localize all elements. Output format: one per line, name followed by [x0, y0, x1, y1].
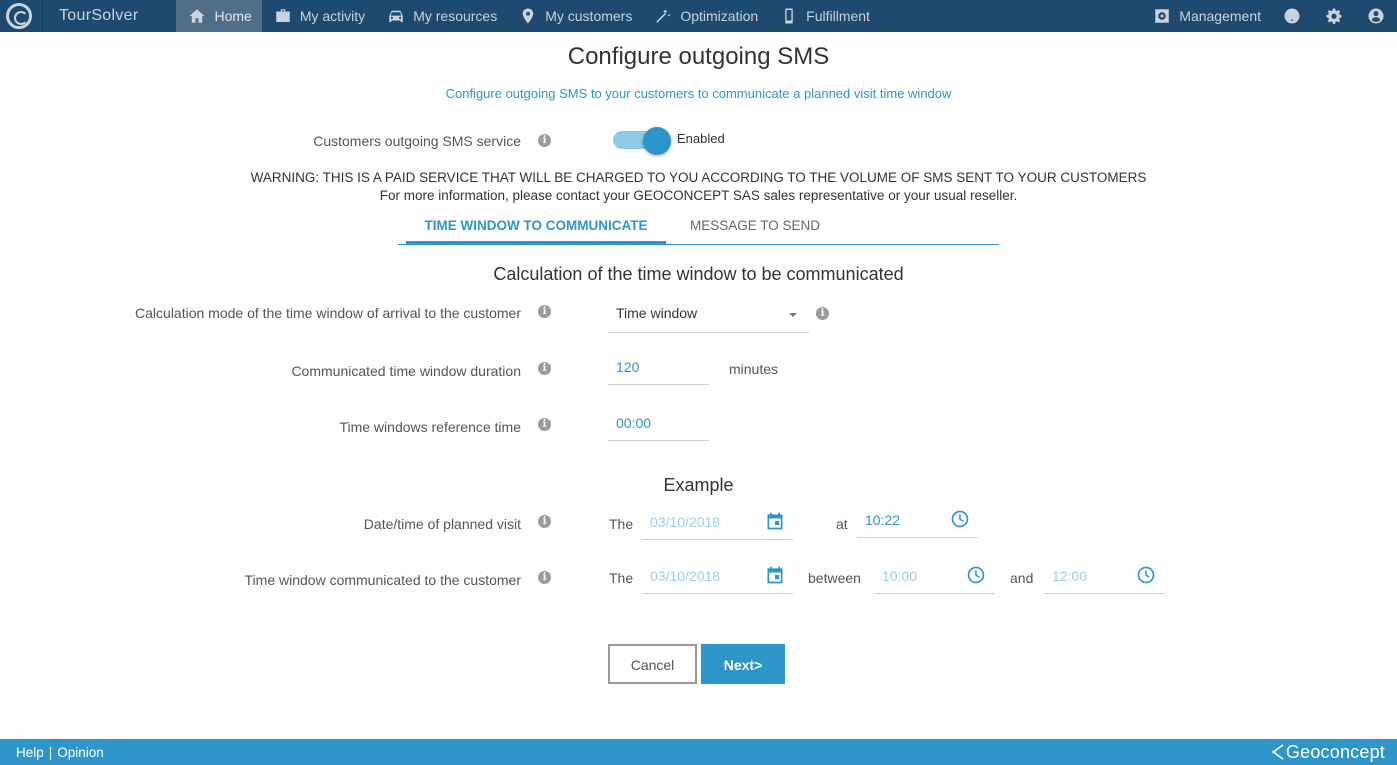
planned-visit-label: Date/time of planned visit — [363, 516, 521, 532]
duration-unit: minutes — [729, 361, 779, 377]
toursolver-logo-icon — [6, 3, 32, 29]
planned-at-word: at — [836, 516, 848, 532]
nav-item-home[interactable]: Home — [176, 0, 262, 32]
warning-line-1: WARNING: THIS IS A PAID SERVICE THAT WIL… — [250, 170, 1147, 185]
duration-info-icon[interactable]: i — [538, 362, 551, 375]
settings-button[interactable] — [1313, 0, 1355, 32]
help-link[interactable]: Help — [16, 745, 44, 760]
sms-service-toggle-label: Enabled — [677, 131, 725, 146]
warning-line-2: For more information, please contact you… — [379, 188, 1018, 203]
sms-service-toggle[interactable] — [613, 127, 673, 155]
app-logo[interactable] — [0, 0, 43, 32]
calendar-icon[interactable] — [765, 565, 785, 585]
briefcase-icon — [276, 9, 290, 22]
clock-icon[interactable] — [966, 565, 986, 585]
duration-label: Communicated time window duration — [291, 363, 521, 379]
communicated-window-info-icon[interactable]: i — [538, 571, 551, 584]
calendar-icon[interactable] — [765, 511, 785, 531]
nav-right-group: Management — [1143, 0, 1397, 32]
nav-item-my-activity-label: My activity — [299, 8, 366, 24]
reference-time-label: Time windows reference time — [339, 419, 521, 435]
reference-time-info-icon[interactable]: i — [538, 418, 551, 431]
magic-wand-icon — [656, 9, 671, 23]
reference-time-input[interactable]: 00:00 — [608, 411, 709, 441]
nav-item-my-resources[interactable]: My resources — [375, 0, 507, 32]
example-section-title: Example — [663, 475, 734, 495]
help-icon — [1284, 8, 1300, 24]
nav-item-optimization-label: Optimization — [680, 8, 759, 24]
clock-icon[interactable] — [1136, 565, 1156, 585]
calculation-mode-label: Calculation mode of the time window of a… — [135, 305, 521, 321]
select-info-icon[interactable]: i — [816, 307, 829, 320]
planned-visit-info-icon[interactable]: i — [538, 515, 551, 528]
config-tabs: TIME WINDOW TO COMMUNICATE MESSAGE TO SE… — [398, 210, 999, 245]
nav-item-management[interactable]: Management — [1143, 0, 1271, 32]
nav-item-home-label: Home — [214, 8, 252, 24]
geoconcept-logo: Geoconcept — [1270, 742, 1385, 763]
clock-icon[interactable] — [950, 509, 970, 529]
cancel-button[interactable]: Cancel — [608, 644, 697, 684]
gear-icon — [1326, 8, 1342, 24]
next-button[interactable]: Next> — [701, 644, 785, 684]
paid-service-warning: WARNING: THIS IS A PAID SERVICE THAT WIL… — [0, 169, 1397, 205]
footer-bar: Help | Opinion Geoconcept — [0, 739, 1397, 765]
location-pin-icon — [522, 8, 534, 24]
nav-item-fulfillment-label: Fulfillment — [806, 8, 870, 24]
footer-separator: | — [48, 744, 53, 760]
user-account-button[interactable] — [1355, 0, 1397, 32]
sms-service-label: Customers outgoing SMS service — [313, 133, 521, 149]
opinion-link[interactable]: Opinion — [57, 745, 104, 760]
car-icon — [389, 10, 403, 22]
nav-item-management-label: Management — [1179, 8, 1261, 24]
calculation-mode-value: Time window — [616, 305, 698, 321]
nav-item-my-resources-label: My resources — [413, 8, 498, 24]
help-button[interactable] — [1271, 0, 1313, 32]
tab-message-to-send[interactable]: MESSAGE TO SEND — [690, 210, 820, 244]
app-name: TourSolver — [59, 7, 139, 24]
page-title: Configure outgoing SMS — [567, 43, 830, 70]
nav-item-my-customers-label: My customers — [545, 8, 633, 24]
home-icon — [189, 9, 205, 23]
sms-service-info-icon[interactable]: i — [538, 134, 551, 147]
page-subtitle: Configure outgoing SMS to your customers… — [445, 86, 952, 101]
geoconcept-brand-text: Geoconcept — [1285, 741, 1385, 762]
phone-icon — [785, 8, 793, 24]
and-word: and — [1010, 570, 1034, 586]
planned-the-word: The — [609, 516, 634, 532]
duration-input[interactable]: 120 — [608, 355, 709, 385]
communicated-the-word: The — [609, 570, 634, 586]
tab-time-window[interactable]: TIME WINDOW TO COMMUNICATE — [406, 210, 666, 244]
user-icon — [1368, 8, 1384, 24]
nav-item-my-activity[interactable]: My activity — [262, 0, 375, 32]
management-icon — [1155, 9, 1170, 23]
nav-item-optimization[interactable]: Optimization — [642, 0, 768, 32]
calculation-mode-select[interactable]: Time window — [608, 296, 809, 333]
toggle-knob — [643, 127, 671, 155]
calculation-section-title: Calculation of the time window to be com… — [493, 264, 904, 284]
nav-item-my-customers[interactable]: My customers — [507, 0, 642, 32]
geoconcept-mark-icon — [1271, 744, 1284, 760]
chevron-down-icon — [789, 313, 797, 317]
top-nav-bar: TourSolver Home My activity My resources… — [0, 0, 1397, 32]
nav-item-fulfillment[interactable]: Fulfillment — [768, 0, 880, 32]
communicated-window-label: Time window communicated to the customer — [244, 572, 521, 588]
between-word: between — [808, 570, 861, 586]
calculation-mode-info-icon[interactable]: i — [538, 305, 551, 318]
footer-links: Help | Opinion — [0, 745, 104, 760]
